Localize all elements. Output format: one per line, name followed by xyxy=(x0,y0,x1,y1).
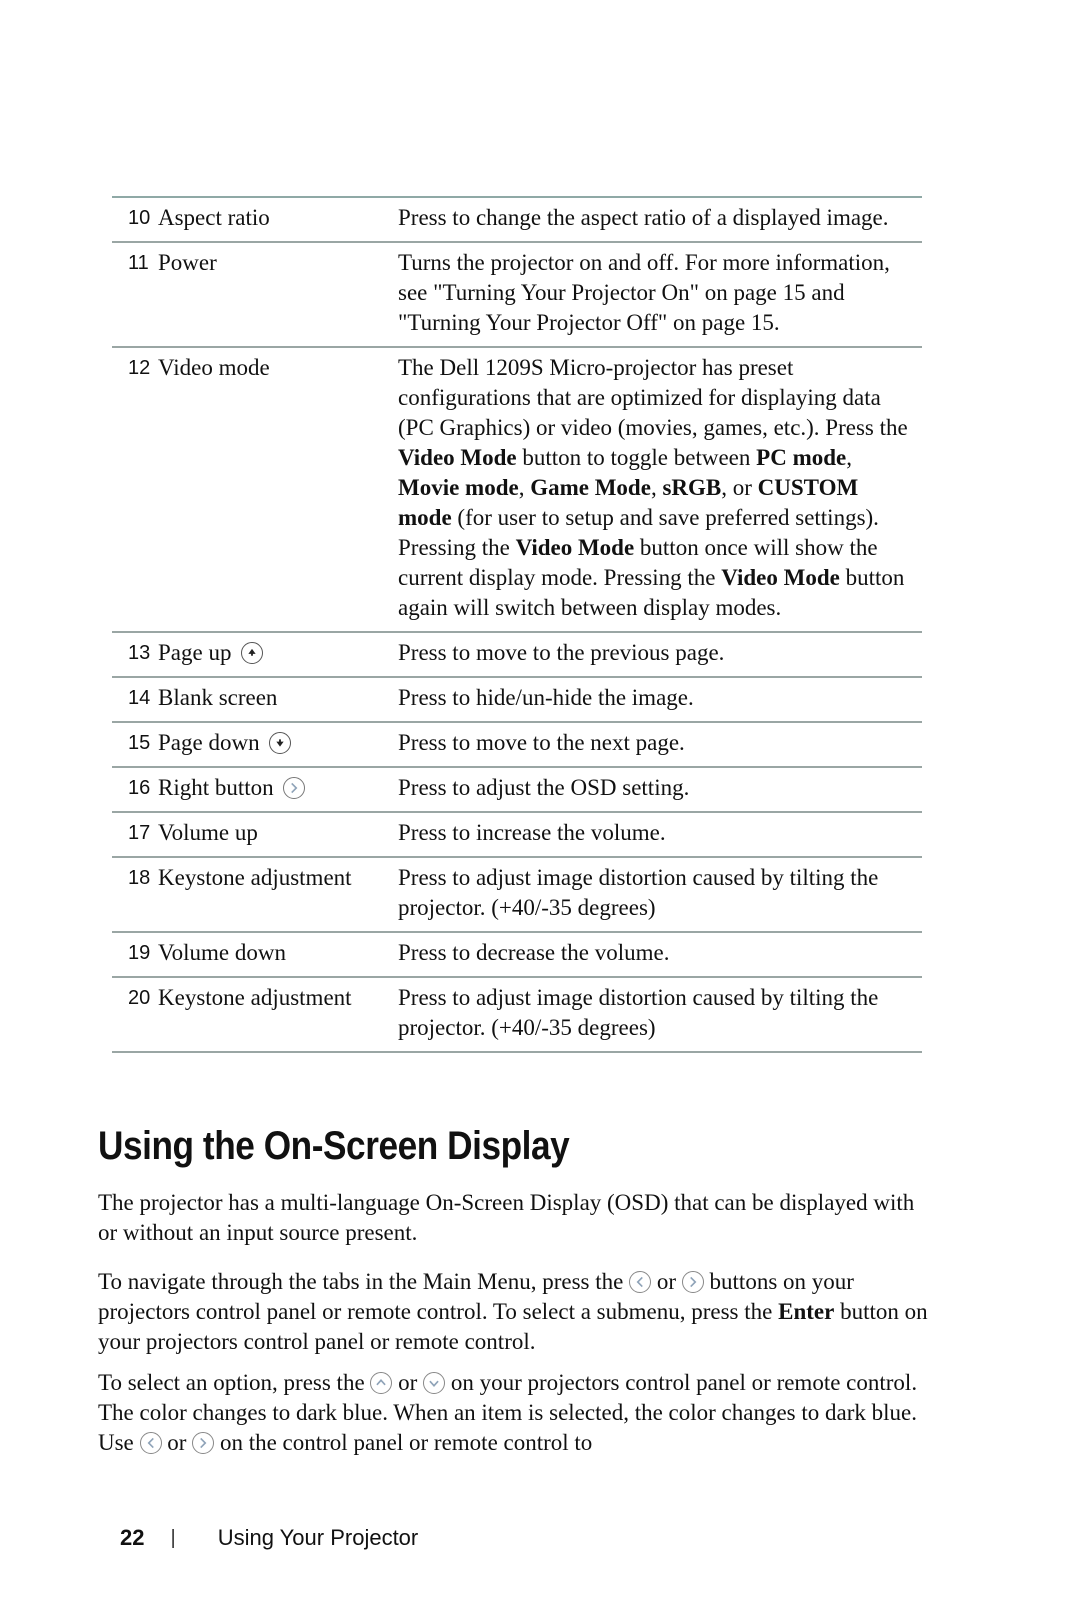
table-row: 19 Volume down Press to decrease the vol… xyxy=(112,933,922,978)
right-chevron-icon xyxy=(192,1432,215,1454)
row-number: 14 xyxy=(128,687,151,709)
page-number: 22 xyxy=(120,1525,145,1550)
intro-paragraph: The projector has a multi-language On-Sc… xyxy=(98,1190,915,1245)
up-chevron-icon xyxy=(370,1372,393,1394)
button-description: The Dell 1209S Micro-projector has prese… xyxy=(398,355,908,620)
footer-separator: | xyxy=(170,1526,176,1549)
button-description: Press to adjust image distortion caused … xyxy=(398,985,879,1040)
button-name: Blank screen xyxy=(158,685,278,710)
button-name: Keystone adjustment xyxy=(158,865,352,890)
button-description: Press to hide/un-hide the image. xyxy=(398,685,694,710)
table-row: 13 Page up Press to move to the previous… xyxy=(112,633,922,678)
button-description: Turns the projector on and off. For more… xyxy=(398,250,890,335)
table-row: 11 Power Turns the projector on and off.… xyxy=(112,243,922,348)
button-name: Page up xyxy=(158,638,398,668)
table-row: 16 Right button Press to adjust the OSD … xyxy=(112,768,922,813)
table-row: 20 Keystone adjustment Press to adjust i… xyxy=(112,978,922,1053)
button-name: Power xyxy=(158,250,217,275)
page-down-icon xyxy=(269,732,292,754)
button-name: Volume up xyxy=(158,820,258,845)
button-description: Press to decrease the volume. xyxy=(398,940,670,965)
row-number: 11 xyxy=(128,252,149,274)
button-description: Press to move to the next page. xyxy=(398,730,685,755)
button-name: Volume down xyxy=(158,940,286,965)
section-heading: Using the On-Screen Display xyxy=(98,1124,570,1168)
page-footer: 22 | Using Your Projector xyxy=(120,1518,418,1558)
button-name: Page down xyxy=(158,728,398,758)
down-chevron-icon xyxy=(423,1372,446,1394)
button-name: Video mode xyxy=(158,355,270,380)
selection-paragraph: To select an option, press the or on you… xyxy=(98,1370,918,1455)
row-number: 12 xyxy=(128,357,151,379)
button-description: Press to adjust image distortion caused … xyxy=(398,865,879,920)
table-row: 18 Keystone adjustment Press to adjust i… xyxy=(112,858,922,933)
left-chevron-icon xyxy=(139,1432,162,1454)
row-number: 19 xyxy=(128,942,151,964)
row-number: 15 xyxy=(128,732,151,754)
page-up-icon xyxy=(241,642,264,664)
button-description: Press to move to the previous page. xyxy=(398,640,725,665)
row-number: 16 xyxy=(128,777,151,799)
footer-section-title: Using Your Projector xyxy=(217,1525,419,1550)
navigation-paragraph: To navigate through the tabs in the Main… xyxy=(98,1269,928,1354)
button-function-table: 10 Aspect ratio Press to change the aspe… xyxy=(112,196,922,1053)
row-number: 20 xyxy=(128,987,151,1009)
button-description: Press to increase the volume. xyxy=(398,820,666,845)
table-row: 10 Aspect ratio Press to change the aspe… xyxy=(112,198,922,243)
button-name: Keystone adjustment xyxy=(158,985,352,1010)
row-number: 18 xyxy=(128,867,151,889)
button-description: Press to change the aspect ratio of a di… xyxy=(398,205,889,230)
table-row: 12 Video mode The Dell 1209S Micro-proje… xyxy=(112,348,922,633)
left-chevron-icon xyxy=(629,1271,652,1293)
button-name: Right button xyxy=(158,773,398,803)
row-number: 13 xyxy=(128,642,151,664)
button-name: Aspect ratio xyxy=(158,205,270,230)
table-row: 17 Volume up Press to increase the volum… xyxy=(112,813,922,858)
right-chevron-icon xyxy=(283,777,306,799)
button-description: Press to adjust the OSD setting. xyxy=(398,775,690,800)
table-row: 15 Page down Press to move to the next p… xyxy=(112,723,922,768)
row-number: 17 xyxy=(128,822,151,844)
right-chevron-icon xyxy=(681,1271,704,1293)
row-number: 10 xyxy=(128,207,151,229)
table-row: 14 Blank screen Press to hide/un-hide th… xyxy=(112,678,922,723)
